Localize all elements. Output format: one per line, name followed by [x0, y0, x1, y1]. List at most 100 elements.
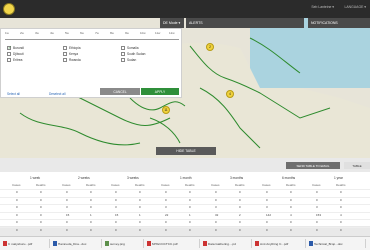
table-cell: 3	[316, 205, 318, 209]
checkbox-djibouti[interactable]	[7, 52, 11, 56]
pdf-file-icon	[147, 241, 151, 246]
week-tick: 10w	[140, 31, 146, 35]
subheader-cell: Deaths	[36, 183, 46, 187]
table-cell: 0	[90, 220, 92, 224]
deselect-all-link[interactable]: Deselect all	[49, 92, 65, 96]
option-label: Burundi	[13, 46, 24, 50]
subheader-cell: Cases	[62, 183, 71, 187]
table-cell: 0	[266, 190, 268, 194]
download-item[interactable]: C malysburu...pdf	[2, 239, 50, 248]
table-cell: 0	[40, 220, 42, 224]
map-marker[interactable]: 11	[162, 106, 170, 114]
table-cell: 0	[189, 227, 191, 232]
alerts-tab[interactable]: ALERTS	[186, 18, 304, 28]
table-cell: 153	[316, 212, 322, 217]
table-cell: 0	[290, 220, 292, 224]
word-file-icon	[53, 241, 57, 246]
checkbox-burundi[interactable]	[7, 45, 12, 51]
option-label: Sudan	[127, 58, 137, 62]
subheader-cell: Cases	[312, 183, 321, 187]
table-cell: 0	[66, 197, 68, 202]
table-cell: 0	[139, 190, 141, 194]
app-window: { "header": { "user": "Seb Lanteine ▾", …	[0, 0, 370, 250]
language-menu[interactable]: LANGUAGE ▾	[345, 5, 367, 9]
download-item[interactable]: Data Gathering....pd	[202, 239, 252, 248]
download-item[interactable]: Technical_Brop...doc	[308, 239, 366, 248]
table-cell: 0	[90, 197, 92, 202]
table-cell: 0	[340, 197, 342, 202]
table-cell: 0	[115, 197, 117, 202]
image-file-icon	[105, 241, 109, 246]
table-cell: 3	[66, 205, 68, 209]
pdf-file-icon	[255, 241, 259, 246]
select-all-link[interactable]: Select all	[7, 92, 20, 96]
table-cell: 1	[189, 212, 191, 217]
checkbox-rwanda[interactable]	[63, 58, 67, 62]
time-range-select[interactable]: DE Mode ▾	[160, 18, 184, 28]
notifications-tab[interactable]: NOTIFICATIONS	[308, 18, 370, 28]
table-cell: 0	[66, 227, 68, 232]
table-row	[0, 219, 370, 225]
checkbox-eritrea[interactable]	[7, 58, 11, 62]
subheader-cell: Cases	[161, 183, 170, 187]
table-cell: 0	[66, 190, 68, 194]
table-cell: 0	[40, 190, 42, 194]
download-item[interactable]: MHGCCCTCC.pdf	[146, 239, 200, 248]
week-slider[interactable]: 1w 2w 3w 4w 5w 6w 7w 8w 9w 10w 11w 12w	[1, 29, 183, 43]
table-cell: 3	[266, 205, 268, 209]
subheader-cell: Deaths	[86, 183, 96, 187]
option-label: Djibouti	[13, 52, 24, 56]
table-row	[0, 189, 370, 195]
download-item[interactable]: survey.png	[104, 239, 144, 248]
apply-button[interactable]: APPLY	[141, 88, 179, 95]
table-cell: 0	[316, 227, 318, 232]
checkbox-somalia[interactable]	[121, 46, 125, 50]
table-cell: 0	[40, 212, 42, 217]
week-tick: 1w	[5, 31, 9, 35]
table-cell: 0	[189, 197, 191, 202]
table-cell: 3	[165, 205, 167, 209]
hide-table-button[interactable]: HIDE TABLE	[156, 147, 216, 155]
checkbox-kenya[interactable]	[63, 52, 67, 56]
period-header: 1 month	[180, 176, 192, 180]
checkbox-ethiopia[interactable]	[63, 46, 67, 50]
map-marker[interactable]: 4	[226, 90, 234, 98]
period-header: 3 months	[230, 176, 244, 180]
week-tick: 4w	[50, 31, 54, 35]
table-tab[interactable]: TABLE	[344, 162, 370, 169]
week-tick: 12w	[169, 31, 175, 35]
download-item[interactable]: Hamneda_Dna...doc	[52, 239, 102, 248]
table-row	[0, 204, 370, 210]
week-tick: 9w	[125, 31, 129, 35]
table-cell: 0	[189, 220, 191, 224]
table-cell: 0	[290, 205, 292, 209]
checkbox-south-sudan[interactable]	[121, 52, 125, 56]
user-menu[interactable]: Seb Lanteine ▾	[311, 5, 334, 9]
checkbox-sudan[interactable]	[121, 58, 125, 62]
table-cell: 0	[290, 190, 292, 194]
subheader-cell: Deaths	[336, 183, 346, 187]
table-cell: 0	[340, 190, 342, 194]
table-cell: 4	[290, 212, 292, 217]
table-cell: 15	[115, 212, 119, 217]
option-label: Kenya	[69, 52, 79, 56]
table-cell: 0	[40, 197, 42, 202]
table-cell: 0	[165, 197, 167, 202]
table-cell: 0	[316, 190, 318, 194]
table-cell: 0	[266, 227, 268, 232]
table-cell: 0	[16, 205, 18, 209]
cancel-button[interactable]: CANCEL	[100, 88, 140, 95]
table-cell: 0	[139, 220, 141, 224]
word-file-icon	[309, 241, 313, 246]
download-item[interactable]: Amt Anything C...pdf	[254, 239, 306, 248]
download-label: MHGCCCTCC.pdf	[152, 241, 178, 246]
table-cell: 1	[139, 212, 141, 217]
send-table-email-button[interactable]: SEND TABLE TO EMAIL	[286, 162, 340, 169]
map-marker[interactable]: 2	[206, 43, 214, 51]
subheader-cell: Deaths	[135, 183, 145, 187]
table-cell: 22	[165, 212, 169, 217]
table-cell: 0	[40, 205, 42, 209]
table-cell: 0	[16, 220, 18, 224]
table-cell: 0	[290, 227, 292, 232]
subheader-cell: Cases	[211, 183, 220, 187]
